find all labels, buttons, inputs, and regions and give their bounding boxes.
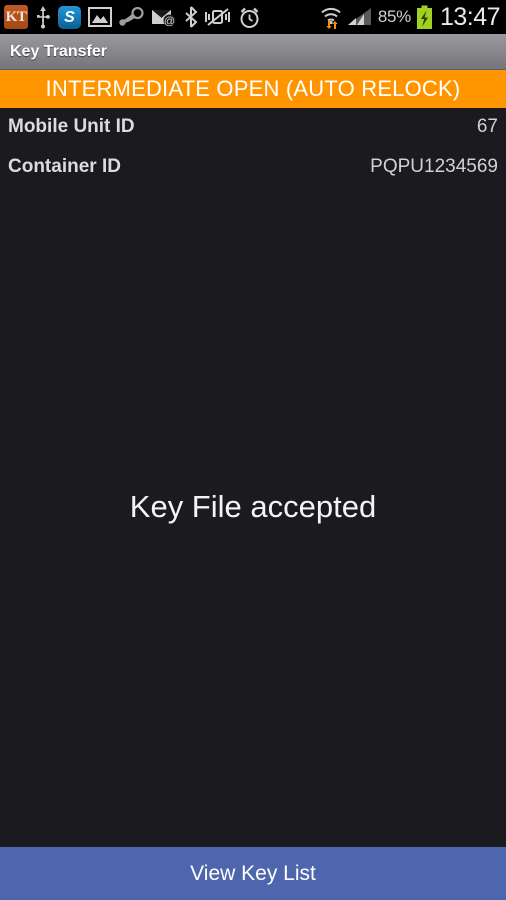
status-bar-system-icons: 85% 13:47 (320, 2, 501, 32)
info-label: Mobile Unit ID (8, 116, 135, 137)
status-bar-notification-icons: KT S @ (4, 5, 320, 29)
status-banner-label: INTERMEDIATE OPEN (AUTO RELOCK) (45, 76, 461, 101)
skype-icon: S (58, 5, 81, 29)
page-title: Key Transfer (10, 42, 107, 60)
alarm-clock-icon (238, 6, 261, 29)
status-bar-clock: 13:47 (439, 2, 501, 31)
svg-text:@: @ (164, 16, 175, 27)
wifi-transfer-icon (320, 5, 342, 29)
status-bar[interactable]: KT S @ 85% 13:47 (0, 0, 506, 34)
info-label: Container ID (8, 156, 121, 177)
battery-charging-icon (416, 5, 433, 30)
title-bar: Key Transfer (0, 34, 506, 70)
status-message: Key File accepted (129, 488, 377, 524)
usb-icon (35, 5, 51, 29)
cellular-signal-icon (347, 6, 373, 28)
info-value: PQPU1234569 (370, 156, 498, 177)
gallery-image-icon (88, 6, 112, 28)
app-screen: KT S @ 85% 13:47 Key Transfer INTERMEDIA… (0, 0, 506, 900)
vibrate-mute-icon (205, 7, 231, 27)
bluetooth-icon (184, 6, 198, 28)
info-row-mobile-unit-id: Mobile Unit ID 67 (8, 116, 498, 156)
info-value: 67 (476, 116, 498, 137)
steam-icon (119, 6, 144, 27)
main-content: Key File accepted (0, 188, 506, 847)
view-key-list-button-label: View Key List (190, 861, 316, 885)
info-list: Mobile Unit ID 67 Container ID PQPU12345… (0, 108, 506, 196)
email-icon: @ (151, 7, 177, 28)
battery-percent-label: 85% (377, 7, 411, 26)
status-banner: INTERMEDIATE OPEN (AUTO RELOCK) (0, 70, 506, 108)
view-key-list-button[interactable]: View Key List (0, 847, 506, 900)
key-transfer-app-icon: KT (4, 5, 28, 29)
